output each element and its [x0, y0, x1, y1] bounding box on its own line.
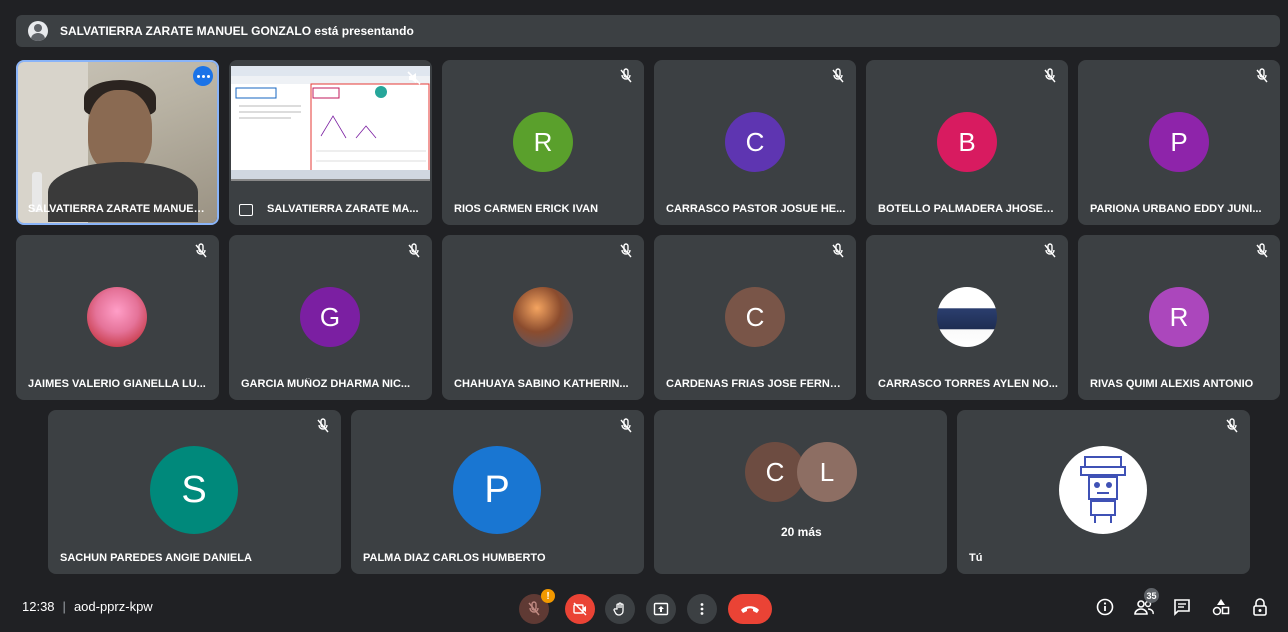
participant-name: RIOS CARMEN ERICK IVAN: [454, 203, 599, 215]
mic-toggle-button[interactable]: !: [519, 589, 555, 624]
meeting-details-button[interactable]: [1094, 596, 1116, 618]
mic-off-icon: [620, 68, 632, 83]
participant-name: SALVATIERRA ZARATE MA...: [267, 203, 419, 215]
present-now-button[interactable]: [646, 594, 676, 624]
activities-icon: [1212, 599, 1230, 616]
mic-off-icon: [1044, 243, 1056, 258]
more-participants-label: 20 más: [781, 525, 822, 539]
chat-button[interactable]: [1171, 596, 1193, 618]
participant-name: BOTELLO PALMADERA JHOSEL...: [878, 203, 1058, 215]
self-tile[interactable]: Tú: [957, 410, 1250, 574]
participant-tile[interactable]: SALVATIERRA ZARATE MANUEL...: [16, 60, 219, 225]
avatar-image: [87, 287, 147, 347]
avatar: B: [937, 112, 997, 172]
participant-name: SACHUN PAREDES ANGIE DANIELA: [60, 552, 252, 564]
avatar: C: [745, 442, 805, 502]
avatar: R: [1149, 287, 1209, 347]
hand-raise-icon: [613, 602, 624, 616]
mic-off-icon: [528, 601, 540, 616]
mic-off-icon: [195, 243, 207, 258]
participant-name: CARRASCO PASTOR JOSUE HE...: [666, 203, 846, 215]
presenter-avatar: [28, 21, 48, 41]
camera-off-icon: [573, 602, 587, 616]
participant-name: Tú: [969, 552, 983, 564]
camera-toggle-button[interactable]: [565, 594, 595, 624]
participants-button[interactable]: 35: [1133, 588, 1159, 618]
present-icon: [239, 204, 253, 216]
participant-tile[interactable]: C CARDENAS FRIAS JOSE FERNA...: [654, 235, 856, 400]
participant-tile[interactable]: CARRASCO TORRES AYLEN NO...: [866, 235, 1068, 400]
muted-icon: [407, 71, 421, 85]
mic-off-icon: [620, 243, 632, 258]
participant-tile[interactable]: CHAHUAYA SABINO KATHERIN...: [442, 235, 644, 400]
presentation-tile[interactable]: SALVATIERRA ZARATE MA...: [229, 60, 432, 225]
warning-badge: !: [541, 589, 555, 603]
tumi-icon: [1080, 456, 1126, 523]
participant-tile[interactable]: JAIMES VALERIO GIANELLA LU...: [16, 235, 219, 400]
avatar: G: [300, 287, 360, 347]
participant-name: PALMA DIAZ CARLOS HUMBERTO: [363, 552, 546, 564]
leave-call-button[interactable]: [728, 594, 772, 624]
bottom-toolbar: 12:38 | aod-pprz-kpw ! 35: [0, 583, 1288, 632]
avatar: R: [513, 112, 573, 172]
host-controls-button[interactable]: [1249, 596, 1271, 618]
participant-name: RIVAS QUIMI ALEXIS ANTONIO: [1090, 378, 1254, 390]
participant-name: CHAHUAYA SABINO KATHERIN...: [454, 378, 629, 390]
participant-tile[interactable]: P PARIONA URBANO EDDY JUNI...: [1078, 60, 1280, 225]
more-options-button[interactable]: [687, 594, 717, 624]
participant-name: JAIMES VALERIO GIANELLA LU...: [28, 378, 206, 390]
raise-hand-button[interactable]: [605, 594, 635, 624]
mic-off-icon: [1256, 243, 1268, 258]
participant-tile[interactable]: P PALMA DIAZ CARLOS HUMBERTO: [351, 410, 644, 574]
avatar-image: [937, 287, 997, 347]
presenting-text: SALVATIERRA ZARATE MANUEL GONZALO está p…: [60, 24, 414, 38]
more-vert-icon: [700, 603, 704, 615]
mic-off-icon: [408, 243, 420, 258]
shared-screen: [231, 66, 430, 181]
participant-tile[interactable]: R RIVAS QUIMI ALEXIS ANTONIO: [1078, 235, 1280, 400]
participant-video: [18, 62, 217, 223]
info-icon: [1096, 598, 1114, 616]
participant-name: SALVATIERRA ZARATE MANUEL...: [28, 203, 208, 215]
mic-off-icon: [1226, 418, 1238, 433]
separator: |: [62, 599, 66, 614]
mic-off-icon: [317, 418, 329, 433]
meeting-info: 12:38 | aod-pprz-kpw: [22, 599, 153, 614]
mic-off-icon: [1044, 68, 1056, 83]
present-icon: [653, 602, 669, 616]
more-options-button[interactable]: [193, 66, 213, 86]
chat-icon: [1174, 599, 1190, 616]
clock-time: 12:38: [22, 599, 55, 614]
avatar-image: [1059, 446, 1147, 534]
participant-name: CARRASCO TORRES AYLEN NO...: [878, 378, 1058, 390]
participant-tile[interactable]: S SACHUN PAREDES ANGIE DANIELA: [48, 410, 341, 574]
end-call-icon: [741, 606, 759, 613]
mic-off-icon: [832, 243, 844, 258]
avatar: S: [150, 446, 238, 534]
participant-tile[interactable]: B BOTELLO PALMADERA JHOSEL...: [866, 60, 1068, 225]
avatar: C: [725, 287, 785, 347]
avatar: P: [453, 446, 541, 534]
participant-name: PARIONA URBANO EDDY JUNI...: [1090, 203, 1262, 215]
activities-button[interactable]: [1210, 596, 1232, 618]
participant-name: CARDENAS FRIAS JOSE FERNA...: [666, 378, 846, 390]
participant-tile[interactable]: R RIOS CARMEN ERICK IVAN: [442, 60, 644, 225]
mic-off-icon: [620, 418, 632, 433]
participant-tile[interactable]: G GARCIA MUÑOZ DHARMA NIC...: [229, 235, 432, 400]
participant-name: GARCIA MUÑOZ DHARMA NIC...: [241, 378, 411, 390]
avatar: L: [797, 442, 857, 502]
avatar: C: [725, 112, 785, 172]
presenting-banner: SALVATIERRA ZARATE MANUEL GONZALO está p…: [16, 15, 1280, 47]
more-participants-tile[interactable]: C L 20 más: [654, 410, 947, 574]
mic-off-icon: [1256, 68, 1268, 83]
avatar: P: [1149, 112, 1209, 172]
participant-count-badge: 35: [1144, 588, 1159, 603]
host-controls-icon: [1253, 598, 1267, 616]
participant-tile[interactable]: C CARRASCO PASTOR JOSUE HE...: [654, 60, 856, 225]
avatar-image: [513, 287, 573, 347]
mic-off-icon: [832, 68, 844, 83]
meeting-code[interactable]: aod-pprz-kpw: [74, 599, 153, 614]
